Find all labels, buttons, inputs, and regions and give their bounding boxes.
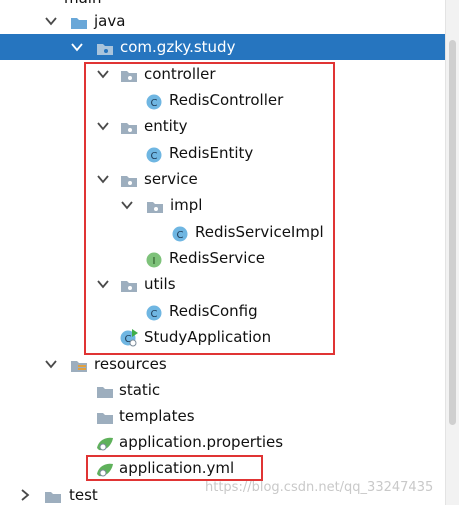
interface-badge-letter: I	[153, 256, 156, 267]
tree-item-label: RedisServiceImpl	[195, 223, 324, 241]
tree-item-label: service	[144, 170, 198, 188]
tree-item-label: com.gzky.study	[120, 38, 236, 56]
tree-item-label: test	[69, 486, 98, 504]
class-badge-letter: C	[151, 309, 158, 320]
class-badge-letter: C	[177, 230, 184, 241]
tree-item-redis-service-impl[interactable]: C RedisServiceImpl	[0, 219, 445, 245]
class-badge-letter: C	[151, 151, 158, 162]
package-folder-icon	[120, 171, 137, 187]
folder-icon	[96, 382, 113, 398]
tree-item-package[interactable]: com.gzky.study	[0, 34, 445, 60]
tree-item-templates[interactable]: templates	[0, 403, 445, 429]
tree-item-resources[interactable]: resources	[0, 351, 445, 377]
tree-item-label: StudyApplication	[144, 328, 272, 346]
class-icon: C	[146, 145, 162, 163]
tree-item-application-yml[interactable]: application.yml	[0, 455, 445, 481]
folder-icon	[44, 487, 61, 503]
tree-item-label: resources	[94, 355, 167, 373]
tree-item-label: RedisController	[169, 91, 284, 109]
package-folder-icon	[96, 39, 113, 55]
resources-folder-icon	[70, 356, 87, 372]
tree-item-label: application.properties	[119, 433, 284, 451]
tree-item-redis-entity[interactable]: C RedisEntity	[0, 140, 445, 166]
tree-item-application-properties[interactable]: application.properties	[0, 429, 445, 455]
tree-item-java[interactable]: java	[0, 8, 445, 34]
tree-item-label: RedisConfig	[169, 302, 258, 320]
spring-config-icon	[96, 460, 113, 477]
chevron-down-icon[interactable]	[70, 40, 84, 54]
vertical-scrollbar[interactable]	[445, 0, 459, 505]
tree-item-impl[interactable]: impl	[0, 192, 445, 218]
chevron-down-icon[interactable]	[96, 172, 110, 186]
tree-item-label: RedisEntity	[169, 144, 254, 162]
tree-item-redis-config[interactable]: C RedisConfig	[0, 298, 445, 324]
package-folder-icon	[146, 197, 163, 213]
tree-item-redis-service[interactable]: I RedisService	[0, 245, 445, 271]
interface-icon: I	[146, 250, 162, 268]
folder-icon	[96, 408, 113, 424]
class-icon: C	[146, 303, 162, 321]
spring-config-icon	[96, 434, 113, 451]
chevron-down-icon[interactable]	[44, 14, 58, 28]
spring-boot-class-icon: C	[120, 329, 138, 347]
tree-item-label: templates	[119, 407, 195, 425]
tree-item-static[interactable]: static	[0, 377, 445, 403]
chevron-down-icon[interactable]	[120, 198, 134, 212]
tree-item-label: main	[64, 0, 101, 7]
watermark: https://blog.csdn.net/qq_33247435	[205, 480, 434, 495]
package-folder-icon	[120, 276, 137, 292]
tree-item-entity[interactable]: entity	[0, 113, 445, 139]
tree-item-controller[interactable]: controller	[0, 61, 445, 87]
tree-item-redis-controller[interactable]: C RedisController	[0, 87, 445, 113]
tree-item-label: entity	[144, 117, 188, 135]
chevron-down-icon[interactable]	[44, 357, 58, 371]
scrollbar-thumb[interactable]	[449, 40, 456, 425]
class-icon: C	[172, 224, 188, 242]
tree-item-label: static	[119, 381, 161, 399]
tree-item-label: RedisService	[169, 249, 265, 267]
chevron-right-icon[interactable]	[18, 488, 32, 502]
folder-icon	[70, 13, 87, 29]
tree-item-label: application.yml	[119, 459, 235, 477]
class-badge-letter: C	[151, 98, 158, 109]
package-folder-icon	[120, 118, 137, 134]
package-folder-icon	[120, 66, 137, 82]
tree-item-utils[interactable]: utils	[0, 271, 445, 297]
tree-item-service[interactable]: service	[0, 166, 445, 192]
tree-item-study-application[interactable]: C StudyApplication	[0, 324, 445, 350]
chevron-down-icon[interactable]	[96, 277, 110, 291]
class-icon: C	[146, 92, 162, 110]
tree-item-label: impl	[170, 196, 203, 214]
chevron-down-icon[interactable]	[96, 119, 110, 133]
chevron-down-icon[interactable]	[96, 67, 110, 81]
tree-item-label: controller	[144, 65, 216, 83]
tree-item-label: utils	[144, 275, 176, 293]
tree-item-label: java	[94, 12, 126, 30]
